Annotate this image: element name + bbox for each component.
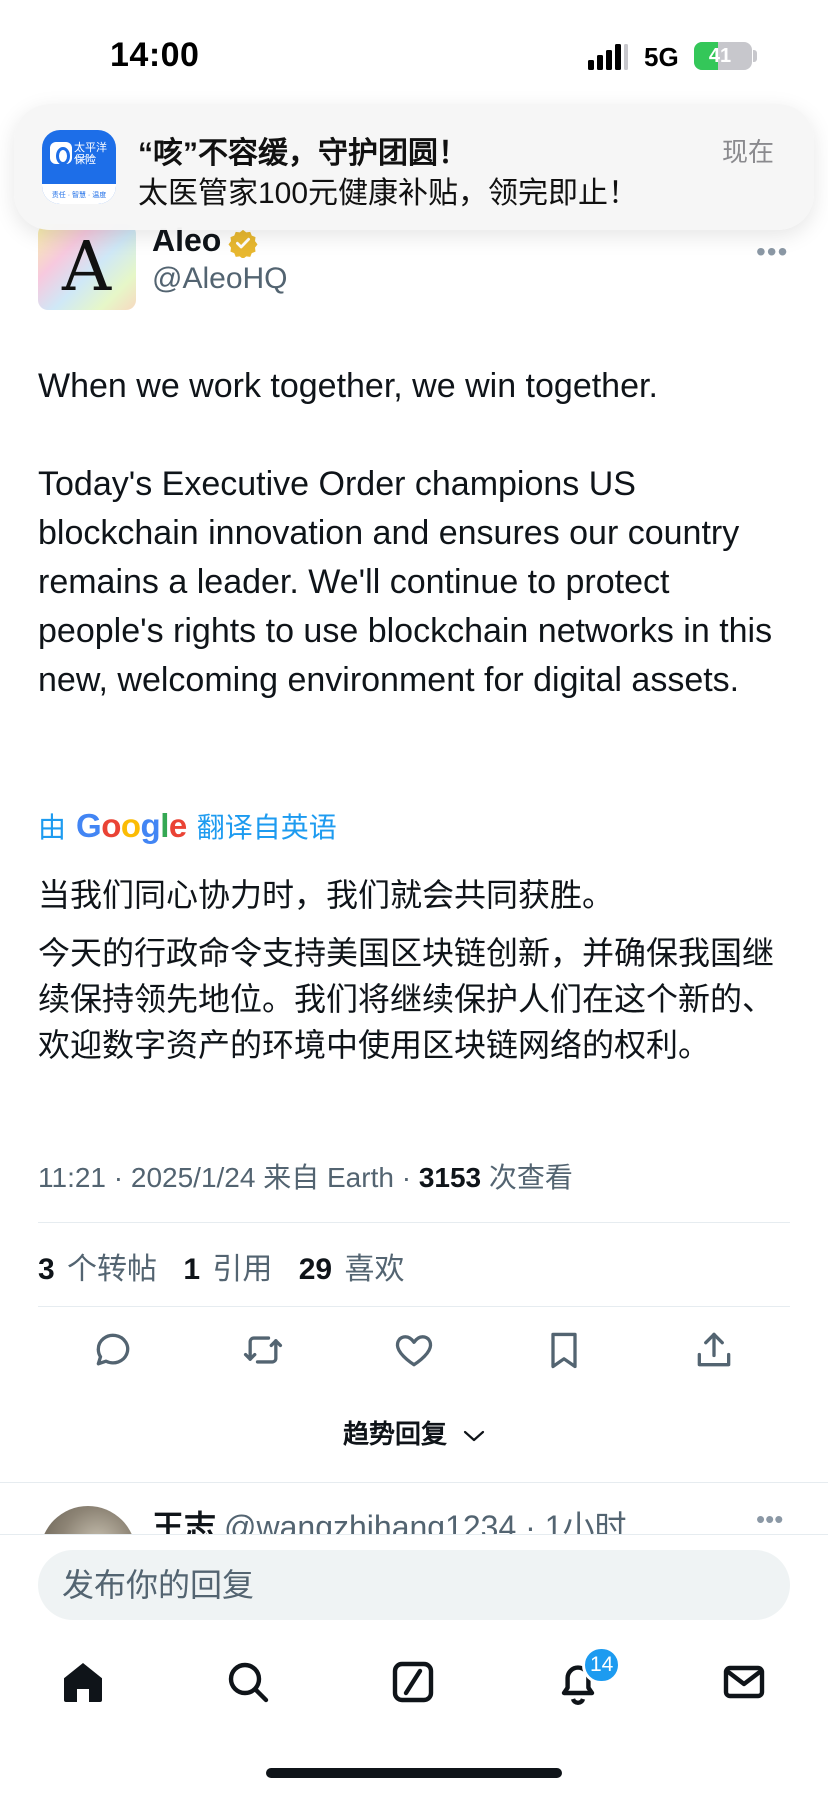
app-icon-sub: CPIC: [76, 155, 96, 164]
status-time: 14:00: [110, 36, 200, 74]
chevron-down-icon: [463, 1431, 485, 1442]
reposts-stat[interactable]: 3 个转帖: [38, 1253, 157, 1286]
app-logo-mark: [50, 142, 72, 165]
reply-handle-time: @wangzhihang1234 · 1小时: [224, 1509, 627, 1534]
avatar-letter: A: [62, 228, 112, 307]
network-type: 5G: [644, 42, 679, 72]
author-avatar[interactable]: A: [38, 224, 136, 310]
search-icon[interactable]: [224, 1658, 272, 1706]
app-icon-tagline: 责任 · 智慧 · 温度: [51, 192, 107, 199]
notification-time: 现在: [722, 137, 775, 167]
tweet-paragraph: Today's Executive Order champions US blo…: [38, 465, 773, 699]
battery-cap: [753, 50, 757, 62]
divider: [38, 1222, 790, 1223]
tweet-timestamp: 11:21 · 2025/1/24 来自 Earth ·: [38, 1162, 419, 1193]
tweet-paragraph: When we work together, we win together.: [38, 367, 658, 405]
grok-icon[interactable]: [389, 1658, 437, 1706]
home-icon[interactable]: [59, 1658, 107, 1706]
reposts-label: 个转帖: [67, 1253, 158, 1286]
translation-attribution[interactable]: 由 Google 翻译自英语: [38, 806, 337, 846]
google-logo: Google: [76, 807, 187, 844]
notifications-badge: 14: [582, 1646, 622, 1684]
divider: [38, 1306, 790, 1307]
translate-prefix: 由: [38, 812, 67, 843]
views-label: 次查看: [481, 1162, 573, 1193]
replies-sort-toggle[interactable]: 趋势回复: [0, 1414, 828, 1451]
cellular-signal-icon: [588, 44, 628, 70]
bookmark-icon[interactable]: [542, 1328, 586, 1372]
reply-avatar[interactable]: [40, 1506, 136, 1534]
reply-icon[interactable]: [91, 1328, 135, 1372]
repost-icon[interactable]: [241, 1328, 285, 1372]
notification-body: 太医管家100元健康补贴，领完即止！: [138, 177, 639, 210]
views-count[interactable]: 3153: [419, 1162, 481, 1193]
translated-paragraph: 当我们同心协力时，我们就会共同获胜。: [38, 877, 615, 913]
reposts-count: 3: [38, 1253, 55, 1286]
reply-item[interactable]: 王志 @wangzhihang1234 · 1小时 •••: [0, 1482, 828, 1534]
engagement-stats: 3 个转帖 1 引用 29 喜欢: [38, 1244, 422, 1288]
messages-icon[interactable]: [720, 1658, 768, 1706]
translated-text: 当我们同心协力时，我们就会共同获胜。 今天的行政命令支持美国区块链创新，并确保我…: [38, 872, 798, 1068]
more-horizontal-icon[interactable]: •••: [756, 236, 788, 268]
reply-author-name[interactable]: 王志: [152, 1502, 216, 1534]
insurance-app-icon: 太平洋保险 CPIC 责任 · 智慧 · 温度: [42, 130, 116, 204]
quotes-count: 1: [183, 1253, 201, 1286]
tweet-text: When we work together, we win together. …: [38, 362, 798, 754]
translated-paragraph: 今天的行政命令支持美国区块链创新，并确保我国继续保持领先地位。我们将继续保护人们…: [38, 935, 775, 1063]
replies-sort-label: 趋势回复: [342, 1419, 447, 1449]
likes-stat[interactable]: 29 喜欢: [299, 1253, 405, 1286]
like-icon[interactable]: [392, 1328, 436, 1372]
battery-level: 41: [708, 45, 732, 67]
notification-title: “咳”不容缓，守护团圆！: [138, 137, 468, 170]
tweet-meta: 11:21 · 2025/1/24 来自 Earth · 3153 次查看: [38, 1156, 573, 1196]
translate-suffix: 翻译自英语: [196, 812, 337, 843]
quotes-stat[interactable]: 1 引用: [183, 1253, 272, 1286]
verified-badge-icon: [228, 229, 258, 258]
likes-label: 喜欢: [344, 1253, 405, 1286]
more-horizontal-icon[interactable]: •••: [756, 1504, 783, 1534]
share-icon[interactable]: [692, 1328, 736, 1372]
likes-count: 29: [298, 1253, 333, 1286]
quotes-label: 引用: [212, 1253, 273, 1286]
home-indicator: [266, 1768, 562, 1778]
battery-icon: 41: [694, 42, 752, 70]
author-handle[interactable]: @AleoHQ: [152, 262, 288, 296]
reply-input[interactable]: [38, 1550, 790, 1620]
